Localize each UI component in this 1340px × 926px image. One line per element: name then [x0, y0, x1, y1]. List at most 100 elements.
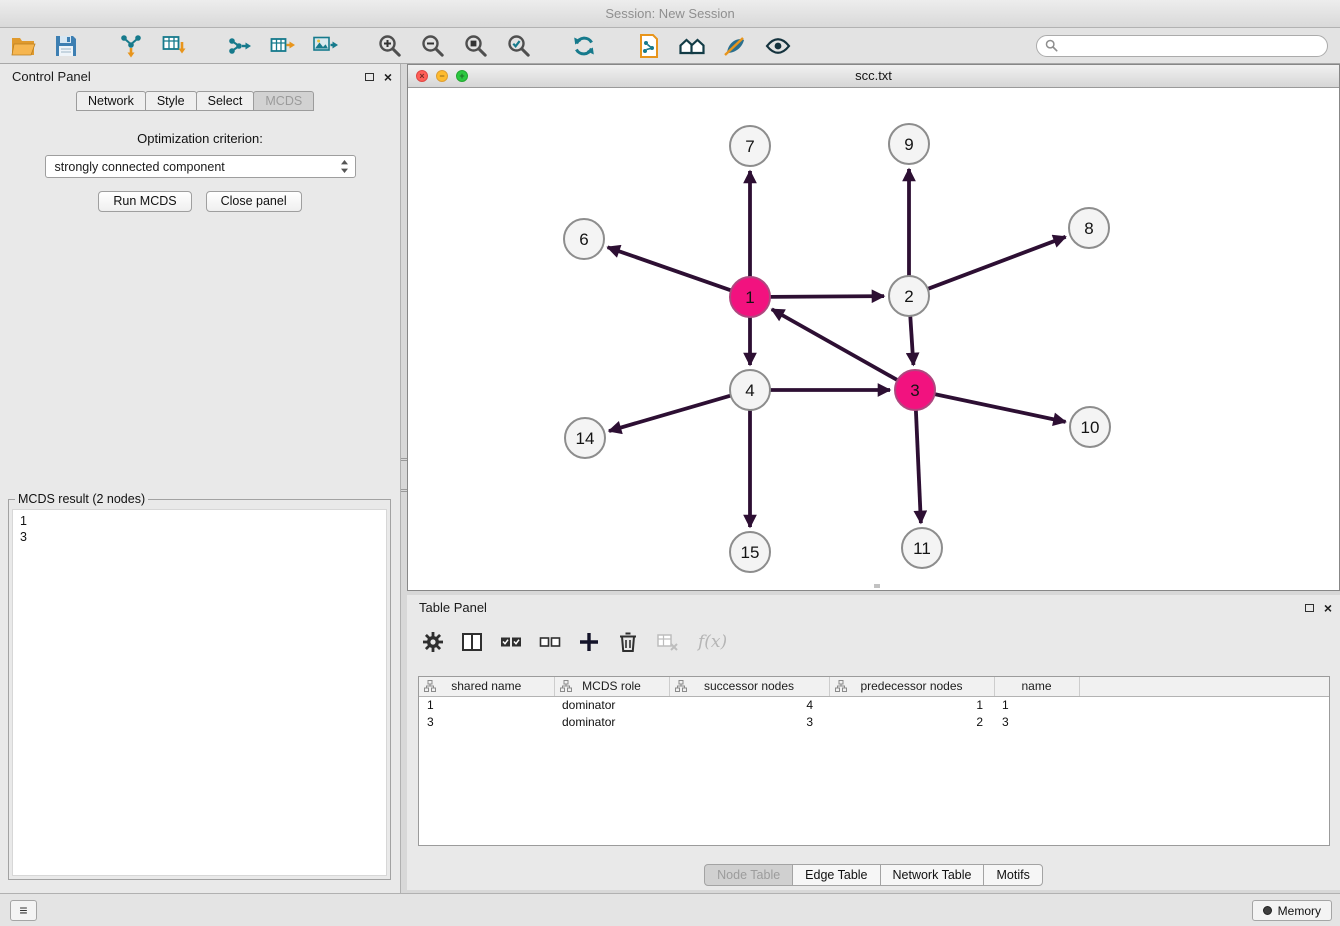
criterion-select[interactable]: strongly connected component	[45, 155, 356, 178]
control-panel: Control Panel × Network Style Select MCD…	[0, 64, 401, 893]
table-row[interactable]: 3dominator323	[419, 713, 1329, 730]
home-view-icon[interactable]	[679, 33, 705, 59]
tab-motifs[interactable]: Motifs	[983, 864, 1042, 886]
svg-text:10: 10	[1081, 418, 1100, 437]
window-title: Session: New Session	[605, 6, 734, 21]
zoom-in-icon[interactable]	[377, 33, 403, 59]
tab-network[interactable]: Network	[76, 91, 146, 111]
svg-text:9: 9	[904, 135, 913, 154]
svg-text:2: 2	[904, 287, 913, 306]
import-network-icon[interactable]	[118, 33, 144, 59]
network-view[interactable]: 7 9 6 8 1 2 4 3 14 10 15 11	[408, 88, 1339, 590]
add-column-icon[interactable]	[577, 630, 601, 654]
scroll-indicator[interactable]	[874, 584, 880, 588]
node-11[interactable]: 11	[902, 528, 942, 568]
network-snapshot-icon[interactable]	[636, 33, 662, 59]
node-1[interactable]: 1	[730, 277, 770, 317]
node-3[interactable]: 3	[895, 370, 935, 410]
tab-edge-table[interactable]: Edge Table	[792, 864, 880, 886]
edge-2-3[interactable]	[910, 316, 913, 365]
column-header-shared-name[interactable]: shared name	[419, 677, 554, 696]
svg-text:14: 14	[576, 429, 595, 448]
float-panel-icon[interactable]	[365, 73, 374, 81]
node-10[interactable]: 10	[1070, 407, 1110, 447]
import-table-icon[interactable]	[161, 33, 187, 59]
export-network-icon[interactable]	[226, 33, 252, 59]
run-mcds-button[interactable]: Run MCDS	[98, 191, 191, 212]
save-session-icon[interactable]	[53, 33, 79, 59]
mcds-result-line: 1	[20, 513, 379, 529]
tab-node-table[interactable]: Node Table	[704, 864, 793, 886]
memory-button[interactable]: Memory	[1252, 900, 1332, 921]
search-input[interactable]	[1063, 39, 1319, 53]
tab-style[interactable]: Style	[145, 91, 197, 111]
node-15[interactable]: 15	[730, 532, 770, 572]
column-type-icon	[424, 680, 436, 692]
svg-text:15: 15	[741, 543, 760, 562]
close-table-panel-icon[interactable]: ×	[1324, 603, 1332, 613]
app-window: { "window_title": "Session: New Session"…	[0, 0, 1340, 926]
close-panel-button[interactable]: Close panel	[206, 191, 302, 212]
tab-select[interactable]: Select	[196, 91, 255, 111]
table-row[interactable]: 1dominator411	[419, 696, 1329, 713]
mcds-result-box: MCDS result (2 nodes) 1 3	[8, 492, 391, 880]
deselect-all-icon[interactable]	[538, 630, 562, 654]
table-toolbar: f(x)	[421, 623, 727, 661]
export-table-icon[interactable]	[269, 33, 295, 59]
column-header-predecessor-nodes[interactable]: predecessor nodes	[829, 677, 994, 696]
column-header-mcds-role[interactable]: MCDS role	[554, 677, 669, 696]
minimize-window-button[interactable]: −	[436, 70, 448, 82]
export-image-icon[interactable]	[312, 33, 338, 59]
node-14[interactable]: 14	[565, 418, 605, 458]
node-4[interactable]: 4	[730, 370, 770, 410]
function-builder-icon: f(x)	[698, 632, 727, 652]
search-box[interactable]	[1036, 35, 1328, 57]
edge-1-2[interactable]	[770, 296, 884, 297]
edge-1-6[interactable]	[608, 247, 732, 290]
search-icon	[1045, 39, 1058, 52]
table-mode-gear-icon[interactable]	[421, 630, 445, 654]
node-8[interactable]: 8	[1069, 208, 1109, 248]
open-session-icon[interactable]	[10, 33, 36, 59]
refresh-layout-icon[interactable]	[571, 33, 597, 59]
close-window-button[interactable]: ×	[416, 70, 428, 82]
delete-column-icon[interactable]	[616, 630, 640, 654]
table-cell: dominator	[554, 696, 669, 713]
node-9[interactable]: 9	[889, 124, 929, 164]
tab-mcds[interactable]: MCDS	[253, 91, 314, 111]
edge-2-8[interactable]	[928, 237, 1066, 289]
mcds-result-list[interactable]: 1 3	[12, 509, 387, 876]
float-table-panel-icon[interactable]	[1305, 604, 1314, 612]
zoom-selected-icon[interactable]	[506, 33, 532, 59]
edge-4-14[interactable]	[609, 396, 731, 431]
edge-3-10[interactable]	[935, 394, 1066, 422]
select-all-icon[interactable]	[499, 630, 523, 654]
table-cell: 1	[994, 696, 1079, 713]
edge-3-11[interactable]	[916, 410, 921, 523]
network-window-titlebar[interactable]: × − + scc.txt	[408, 65, 1339, 88]
zoom-out-icon[interactable]	[420, 33, 446, 59]
node-2[interactable]: 2	[889, 276, 929, 316]
eye-icon[interactable]	[765, 33, 791, 59]
zoom-fit-icon[interactable]	[463, 33, 489, 59]
node-table: shared name MCDS role	[419, 677, 1329, 730]
tab-network-table[interactable]: Network Table	[880, 864, 985, 886]
status-menu-button[interactable]: ≡	[10, 900, 37, 921]
network-canvas[interactable]: 7 9 6 8 1 2 4 3 14 10 15 11	[408, 88, 1339, 590]
svg-text:3: 3	[910, 381, 919, 400]
edge-3-1[interactable]	[772, 309, 898, 380]
svg-text:1: 1	[745, 288, 754, 307]
delete-table-icon	[655, 630, 679, 654]
show-columns-icon[interactable]	[460, 630, 484, 654]
network-window-title: scc.txt	[855, 68, 892, 83]
vizmap-icon[interactable]	[722, 33, 748, 59]
select-arrows-icon	[340, 159, 349, 174]
close-panel-icon[interactable]: ×	[384, 72, 392, 82]
svg-text:6: 6	[579, 230, 588, 249]
column-header-successor-nodes[interactable]: successor nodes	[669, 677, 829, 696]
node-6[interactable]: 6	[564, 219, 604, 259]
node-7[interactable]: 7	[730, 126, 770, 166]
column-header-name[interactable]: name	[994, 677, 1079, 696]
zoom-window-button[interactable]: +	[456, 70, 468, 82]
table-cell: 3	[419, 713, 554, 730]
